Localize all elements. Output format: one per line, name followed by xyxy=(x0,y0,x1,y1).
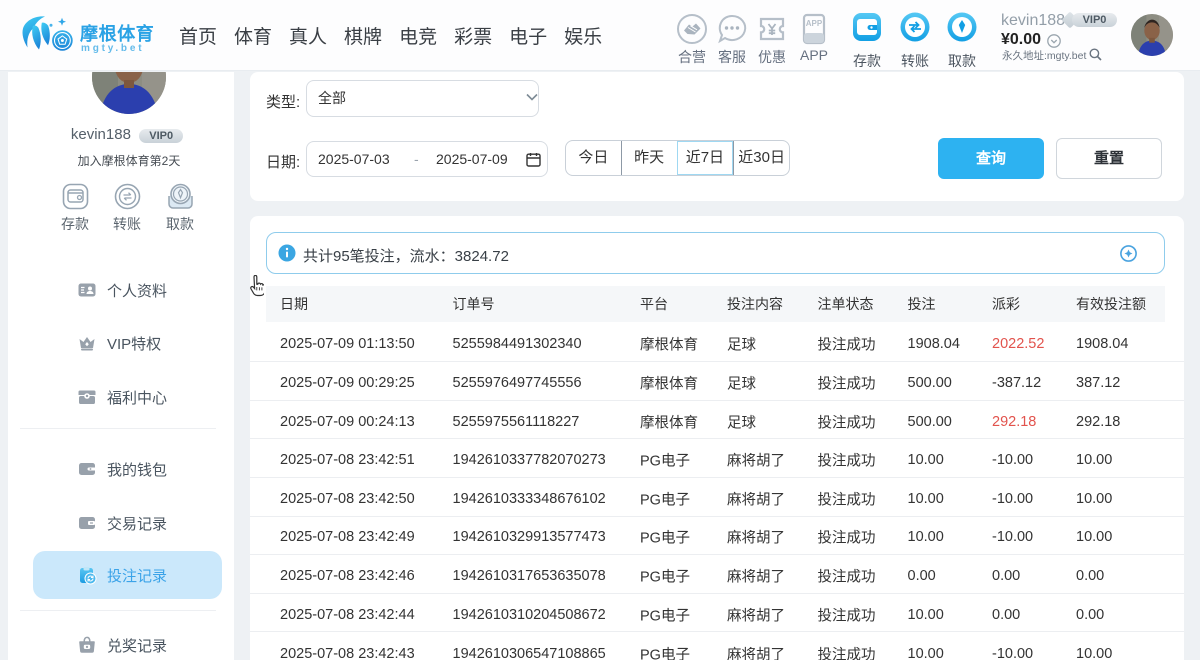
svg-text:APP: APP xyxy=(806,19,823,28)
